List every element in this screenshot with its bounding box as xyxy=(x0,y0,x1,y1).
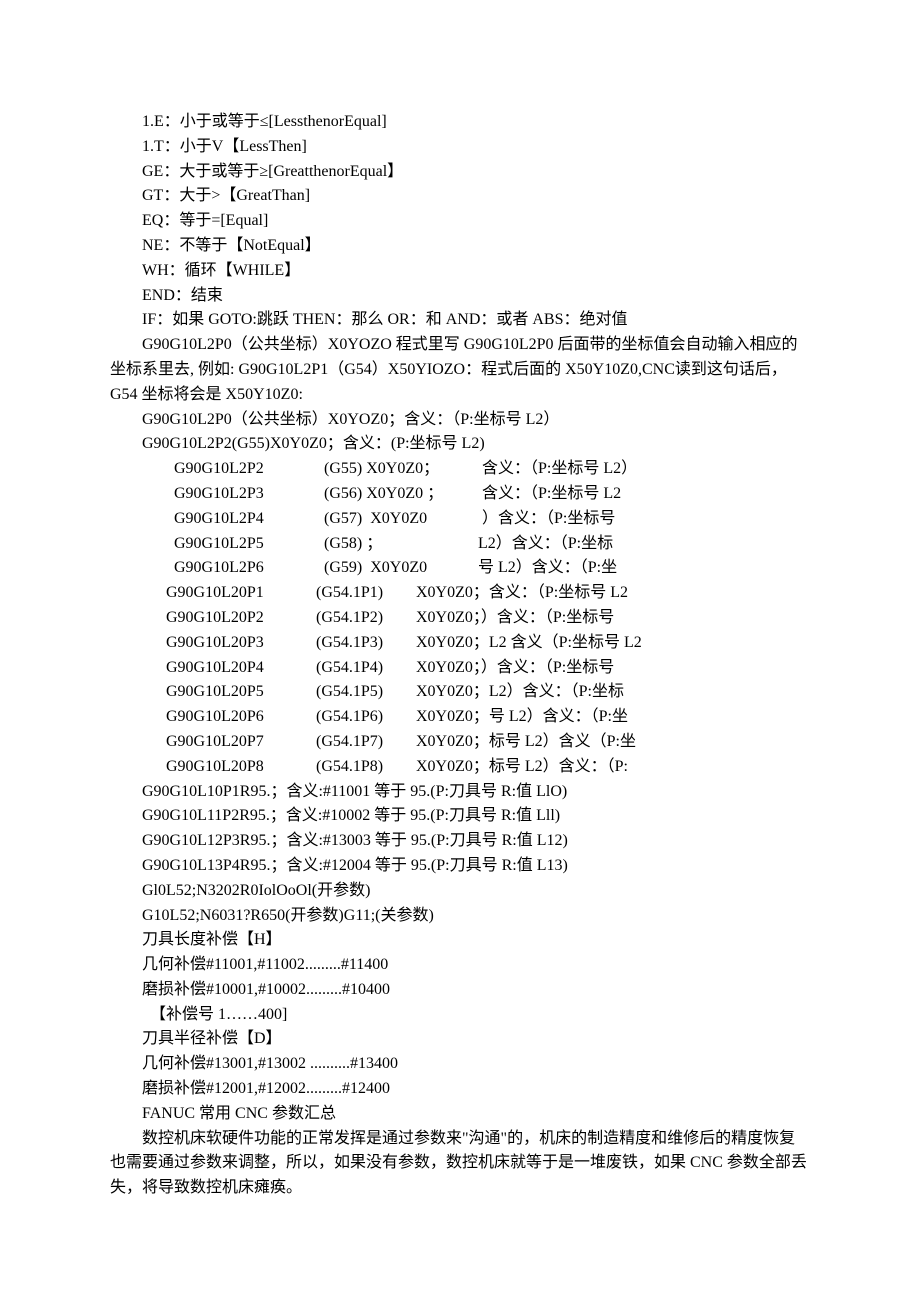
paragraph: G90G10L2P0（公共坐标）X0YOZO 程式里写 G90G10L2P0 后… xyxy=(110,333,810,407)
text-line: 磨损补偿#10001,#10002.........#10400 xyxy=(110,978,810,1003)
table-cell: (G54.1P4) xyxy=(316,656,416,681)
gcode-table-2: G90G10L20P1 G90G10L20P2 G90G10L20P3 G90G… xyxy=(110,581,810,779)
text-line: IF：如果 GOTO:跳跃 THEN：那么 OR：和 AND：或者 ABS：绝对… xyxy=(110,308,810,333)
table-cell: 含义：（P:坐标号 L2 xyxy=(474,482,810,507)
table-cell: (G57) X0Y0Z0 xyxy=(324,507,474,532)
text-line: 1.T：小于V【LessThen] xyxy=(110,135,810,160)
text-line: EQ：等于=[Equal] xyxy=(110,209,810,234)
table-cell: (G59) X0Y0Z0 xyxy=(324,556,474,581)
table-cell: G90G10L20P4 xyxy=(166,656,316,681)
table-cell: G90G10L20P5 xyxy=(166,680,316,705)
text-line: 1.E：小于或等于≤[LessthenorEqual] xyxy=(110,110,810,135)
table-cell: (G55) X0Y0Z0； xyxy=(324,457,474,482)
block-operators: 1.E：小于或等于≤[LessthenorEqual] 1.T：小于V【Less… xyxy=(110,110,810,333)
text-line: GE：大于或等于≥[GreatthenorEqual】 xyxy=(110,160,810,185)
text-line: GT：大于>【GreatThan] xyxy=(110,184,810,209)
table-cell: X0Y0Z0；标号 L2）含义（P:坐 xyxy=(416,730,810,755)
paragraph: 数控机床软硬件功能的正常发挥是通过参数来"沟通"的，机床的制造精度和维修后的精度… xyxy=(110,1127,810,1201)
table-cell: (G56) X0Y0Z0 ； xyxy=(324,482,474,507)
table-cell: X0Y0Z0；标号 L2）含义：（P: xyxy=(416,755,810,780)
text-line: NE：不等于【NotEqual】 xyxy=(110,234,810,259)
text-line: FANUC 常用 CNC 参数汇总 xyxy=(110,1102,810,1127)
table-cell: (G54.1P2) xyxy=(316,606,416,631)
text-line: G90G10L2P0（公共坐标）X0YOZ0；含义：（P:坐标号 L2） xyxy=(110,408,810,433)
table-cell: (G54.1P7) xyxy=(316,730,416,755)
text-line: G90G10L13P4R95.；含义:#12004 等于 95.(P:刀具号 R… xyxy=(110,854,810,879)
table-col: (G54.1P1) (G54.1P2) (G54.1P3) (G54.1P4) … xyxy=(316,581,416,779)
block-tool-compensation: G90G10L10P1R95.；含义:#11001 等于 95.(P:刀具号 R… xyxy=(110,780,810,1127)
table-cell: (G54.1P3) xyxy=(316,631,416,656)
table-cell: (G54.1P8) xyxy=(316,755,416,780)
table-col: G90G10L2P2 G90G10L2P3 G90G10L2P4 G90G10L… xyxy=(174,457,324,581)
table-cell: G90G10L2P2 xyxy=(174,457,324,482)
table-cell: G90G10L2P4 xyxy=(174,507,324,532)
table-cell: G90G10L20P8 xyxy=(166,755,316,780)
table-cell: G90G10L20P7 xyxy=(166,730,316,755)
text-line: END：结束 xyxy=(110,284,810,309)
document-page: 1.E：小于或等于≤[LessthenorEqual] 1.T：小于V【Less… xyxy=(0,0,920,1311)
table-cell: X0Y0Z0；L2）含义：（P:坐标 xyxy=(416,680,810,705)
table-col: (G55) X0Y0Z0； (G56) X0Y0Z0 ； (G57) X0Y0Z… xyxy=(324,457,474,581)
text-line: 几何补偿#11001,#11002.........#11400 xyxy=(110,953,810,978)
table-cell: (G54.1P6) xyxy=(316,705,416,730)
table-cell: X0Y0Z0；含义：（P:坐标号 L2 xyxy=(416,581,810,606)
table-cell: X0Y0Z0；）含义：（P:坐标号 xyxy=(416,656,810,681)
table-cell: G90G10L20P2 xyxy=(166,606,316,631)
text-line: WH：循环【WHILE】 xyxy=(110,259,810,284)
gcode-table-1: G90G10L2P2 G90G10L2P3 G90G10L2P4 G90G10L… xyxy=(110,457,810,581)
table-cell: (G54.1P5) xyxy=(316,680,416,705)
text-line: G90G10L10P1R95.；含义:#11001 等于 95.(P:刀具号 R… xyxy=(110,780,810,805)
text-line: 【补偿号 1……400] xyxy=(110,1003,810,1028)
text-line: 几何补偿#13001,#13002 ..........#13400 xyxy=(110,1052,810,1077)
text-line: G90G10L12P3R95.；含义:#13003 等于 95.(P:刀具号 R… xyxy=(110,829,810,854)
table-cell: (G58) ； xyxy=(324,532,474,557)
table-cell: G90G10L20P1 xyxy=(166,581,316,606)
table-cell: X0Y0Z0；）含义：（P:坐标号 xyxy=(416,606,810,631)
text-line: 刀具长度补偿【H】 xyxy=(110,928,810,953)
table-cell: G90G10L2P5 xyxy=(174,532,324,557)
table-cell: ）含义：（P:坐标号 xyxy=(474,507,810,532)
table-cell: (G54.1P1) xyxy=(316,581,416,606)
table-col: X0Y0Z0；含义：（P:坐标号 L2 X0Y0Z0；）含义：（P:坐标号 X0… xyxy=(416,581,810,779)
table-col: 含义：（P:坐标号 L2） 含义：（P:坐标号 L2 ）含义：（P:坐标号 L2… xyxy=(474,457,810,581)
text-line: G90G10L2P2(G55)X0Y0Z0；含义：(P:坐标号 L2) xyxy=(110,432,810,457)
text-line: 磨损补偿#12001,#12002.........#12400 xyxy=(110,1077,810,1102)
text-line: G90G10L11P2R95.；含义:#10002 等于 95.(P:刀具号 R… xyxy=(110,804,810,829)
table-cell: G90G10L20P3 xyxy=(166,631,316,656)
table-cell: G90G10L2P6 xyxy=(174,556,324,581)
table-cell: L2）含义：（P:坐标 xyxy=(474,532,810,557)
table-cell: G90G10L20P6 xyxy=(166,705,316,730)
text-line: Gl0L52;N3202R0IolOoOl(开参数) xyxy=(110,879,810,904)
table-cell: 含义：（P:坐标号 L2） xyxy=(474,457,810,482)
table-col: G90G10L20P1 G90G10L20P2 G90G10L20P3 G90G… xyxy=(166,581,316,779)
table-cell: G90G10L2P3 xyxy=(174,482,324,507)
text-line: G10L52;N6031?R650(开参数)G11;(关参数) xyxy=(110,904,810,929)
table-cell: X0Y0Z0；L2 含义（P:坐标号 L2 xyxy=(416,631,810,656)
table-cell: X0Y0Z0；号 L2）含义：（P:坐 xyxy=(416,705,810,730)
text-line: 刀具半径补偿【D】 xyxy=(110,1027,810,1052)
table-cell: 号 L2）含义：（P:坐 xyxy=(474,556,810,581)
